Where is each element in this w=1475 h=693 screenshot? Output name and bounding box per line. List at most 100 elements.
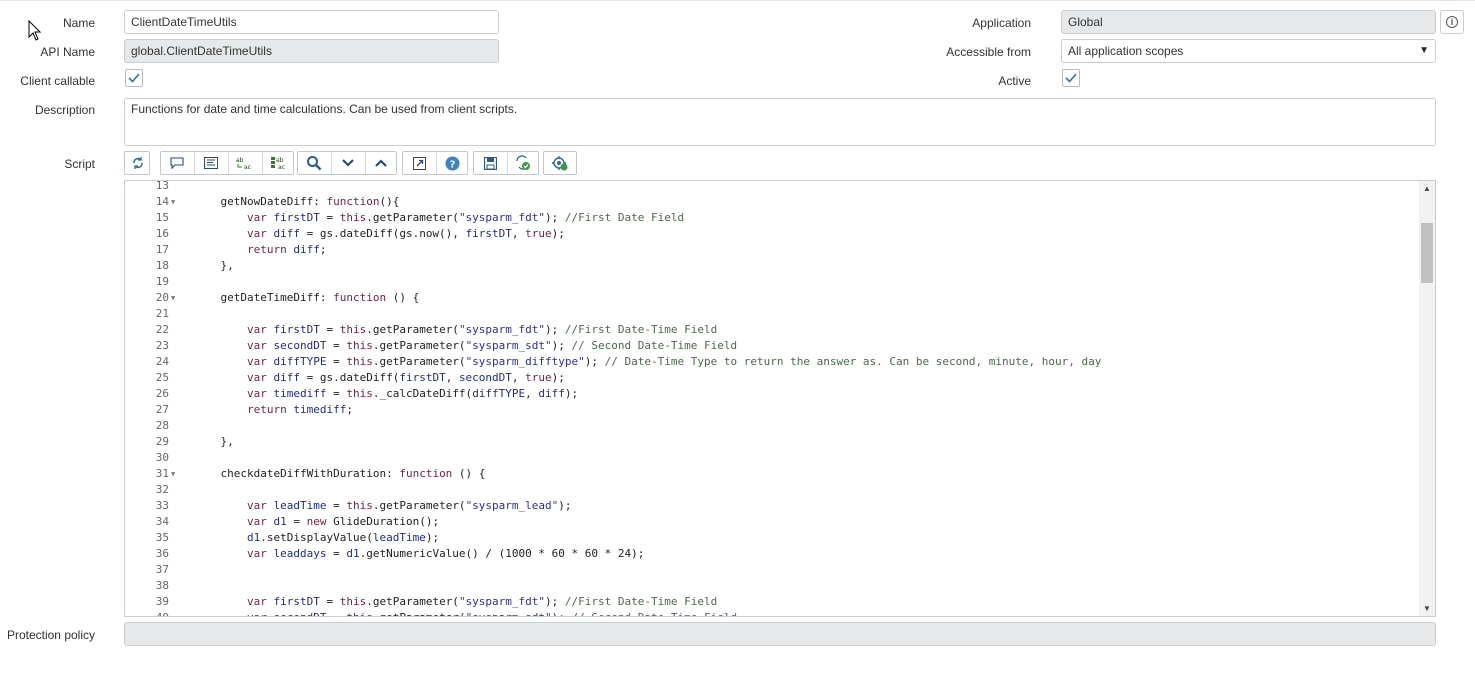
code-line[interactable]: 33 var leadTime = this.getParameter("sys… bbox=[125, 498, 1415, 514]
replace-all-button[interactable]: ab ac bbox=[263, 152, 295, 174]
code-line[interactable]: 23 var secondDT = this.getParameter("sys… bbox=[125, 338, 1415, 354]
code-text: var firstDT = this.getParameter("sysparm… bbox=[246, 323, 718, 336]
code-line[interactable]: 17 return diff; bbox=[125, 242, 1415, 258]
line-number: 25 bbox=[155, 371, 169, 384]
code-text: return diff; bbox=[246, 243, 327, 256]
accessible-from-value: All application scopes bbox=[1068, 44, 1184, 58]
code-line[interactable]: 16 var diff = gs.dateDiff(gs.now(), firs… bbox=[125, 226, 1415, 242]
line-number: 37 bbox=[155, 563, 169, 576]
code-line[interactable]: 24 var diffTYPE = this.getParameter("sys… bbox=[125, 354, 1415, 370]
help-icon: ? bbox=[445, 156, 459, 170]
accessible-from-select[interactable]: All application scopes ▼ bbox=[1061, 39, 1436, 63]
code-line[interactable]: 20 ▼ getDateTimeDiff: function () { bbox=[125, 290, 1415, 306]
name-input[interactable]: ClientDateTimeUtils bbox=[124, 10, 499, 34]
line-number: 33 bbox=[155, 499, 169, 512]
code-line[interactable]: 31 ▼ checkdateDiffWithDuration: function … bbox=[125, 466, 1415, 482]
code-text: var leadTime = this.getParameter("syspar… bbox=[246, 499, 572, 512]
client-callable-checkbox[interactable] bbox=[125, 69, 143, 87]
save-icon bbox=[483, 156, 497, 170]
editor-scrollbar[interactable]: ▲ ▼ bbox=[1419, 181, 1435, 616]
replace-icon: abac bbox=[236, 157, 251, 170]
view-toolbar-group: ? bbox=[402, 151, 468, 175]
code-line[interactable]: 30 bbox=[125, 450, 1415, 466]
description-textarea[interactable]: Functions for date and time calculations… bbox=[124, 98, 1436, 146]
line-number: 32 bbox=[155, 483, 169, 496]
protection-policy-field bbox=[124, 622, 1436, 646]
toggle-syntax-icon bbox=[122, 152, 154, 174]
active-checkbox[interactable] bbox=[1062, 69, 1080, 87]
code-line[interactable]: 26 var timediff = this._calcDateDiff(dif… bbox=[125, 386, 1415, 402]
format-button[interactable] bbox=[195, 152, 227, 174]
line-number: 23 bbox=[155, 339, 169, 352]
svg-text:ac: ac bbox=[244, 164, 251, 170]
scroll-down-icon[interactable]: ▼ bbox=[1423, 604, 1431, 613]
chevron-down-icon bbox=[342, 159, 354, 167]
code-text: }, bbox=[194, 259, 234, 272]
code-line[interactable]: 14 ▼ getNowDateDiff: function(){ bbox=[125, 194, 1415, 210]
code-line[interactable]: 27 return timediff; bbox=[125, 402, 1415, 418]
fold-arrow-icon[interactable]: ▼ bbox=[171, 194, 175, 210]
code-line[interactable]: 36 var leaddays = d1.getNumericValue() /… bbox=[125, 546, 1415, 562]
comment-button[interactable] bbox=[161, 152, 193, 174]
line-number: 28 bbox=[155, 419, 169, 432]
code-line[interactable]: 19 bbox=[125, 274, 1415, 290]
code-line[interactable]: 25 var diff = gs.dateDiff(firstDT, secon… bbox=[125, 370, 1415, 386]
accessible-from-label: Accessible from bbox=[946, 45, 1031, 59]
code-text: var firstDT = this.getParameter("sysparm… bbox=[246, 211, 685, 224]
scroll-up-icon[interactable]: ▲ bbox=[1423, 184, 1431, 193]
code-line[interactable]: 21 bbox=[125, 306, 1415, 322]
find-previous-button[interactable] bbox=[365, 152, 397, 174]
search-button[interactable] bbox=[298, 152, 330, 174]
find-next-button[interactable] bbox=[332, 152, 364, 174]
save-button[interactable] bbox=[474, 152, 506, 174]
script-label: Script bbox=[64, 157, 95, 171]
line-number: 38 bbox=[155, 579, 169, 592]
checkmark-icon bbox=[1065, 73, 1077, 83]
code-line[interactable]: 35 d1.setDisplayValue(leadTime); bbox=[125, 530, 1415, 546]
script-editor[interactable]: 13 14 ▼ getNowDateDiff: function(){15 var … bbox=[124, 180, 1436, 617]
code-text: var diffTYPE = this.getParameter("syspar… bbox=[246, 355, 1102, 368]
format-toolbar-group: ab ac ab ac bbox=[160, 151, 294, 175]
help-button[interactable]: ? bbox=[436, 152, 468, 174]
code-line[interactable]: 39 var firstDT = this.getParameter("sysp… bbox=[125, 594, 1415, 610]
code-line[interactable]: 38 bbox=[125, 578, 1415, 594]
save-toolbar-group bbox=[473, 151, 539, 175]
fullscreen-button[interactable] bbox=[403, 152, 435, 174]
code-text: var diff = gs.dateDiff(gs.now(), firstDT… bbox=[246, 227, 565, 240]
code-line[interactable]: 29 }, bbox=[125, 434, 1415, 450]
info-button[interactable]: i bbox=[1440, 10, 1464, 34]
code-line[interactable]: 32 bbox=[125, 482, 1415, 498]
toggle-syntax-button[interactable] bbox=[124, 151, 150, 175]
line-number: 15 bbox=[155, 211, 169, 224]
line-number: 19 bbox=[155, 275, 169, 288]
code-text: var secondDT = this.getParameter("syspar… bbox=[194, 610, 737, 616]
code-line[interactable]: 18 }, bbox=[125, 258, 1415, 274]
code-line[interactable]: 34 var d1 = new GlideDuration(); bbox=[125, 514, 1415, 530]
line-number: 39 bbox=[155, 595, 169, 608]
code-line[interactable]: 37 bbox=[125, 562, 1415, 578]
code-line[interactable]: 28 bbox=[125, 418, 1415, 434]
description-label: Description bbox=[34, 103, 95, 117]
dropdown-arrow-icon: ▼ bbox=[1419, 45, 1429, 56]
code-line[interactable]: 15 var firstDT = this.getParameter("sysp… bbox=[125, 210, 1415, 226]
top-divider bbox=[0, 0, 1475, 1]
debug-button[interactable] bbox=[543, 151, 577, 175]
replace-button[interactable]: ab ac bbox=[229, 152, 261, 174]
code-text: getNowDateDiff: function(){ bbox=[220, 195, 400, 208]
svg-text:ab: ab bbox=[236, 157, 244, 164]
line-number: 34 bbox=[155, 515, 169, 528]
code-line[interactable]: 22 var firstDT = this.getParameter("sysp… bbox=[125, 322, 1415, 338]
search-toolbar-group bbox=[297, 151, 397, 175]
fold-arrow-icon[interactable]: ▼ bbox=[171, 466, 175, 482]
code-line[interactable]: 13 bbox=[125, 181, 1415, 194]
comment-icon bbox=[170, 157, 184, 169]
line-number: 29 bbox=[155, 435, 169, 448]
code-line[interactable]: 40 var secondDT = this.getParameter("sys… bbox=[125, 610, 1415, 616]
line-number: 16 bbox=[155, 227, 169, 240]
line-number: 31 bbox=[155, 467, 169, 480]
api-name-label: API Name bbox=[40, 45, 95, 59]
chevron-up-icon bbox=[375, 159, 387, 167]
check-syntax-button[interactable] bbox=[507, 152, 539, 174]
scrollbar-thumb[interactable] bbox=[1421, 223, 1433, 283]
fold-arrow-icon[interactable]: ▼ bbox=[171, 290, 175, 306]
